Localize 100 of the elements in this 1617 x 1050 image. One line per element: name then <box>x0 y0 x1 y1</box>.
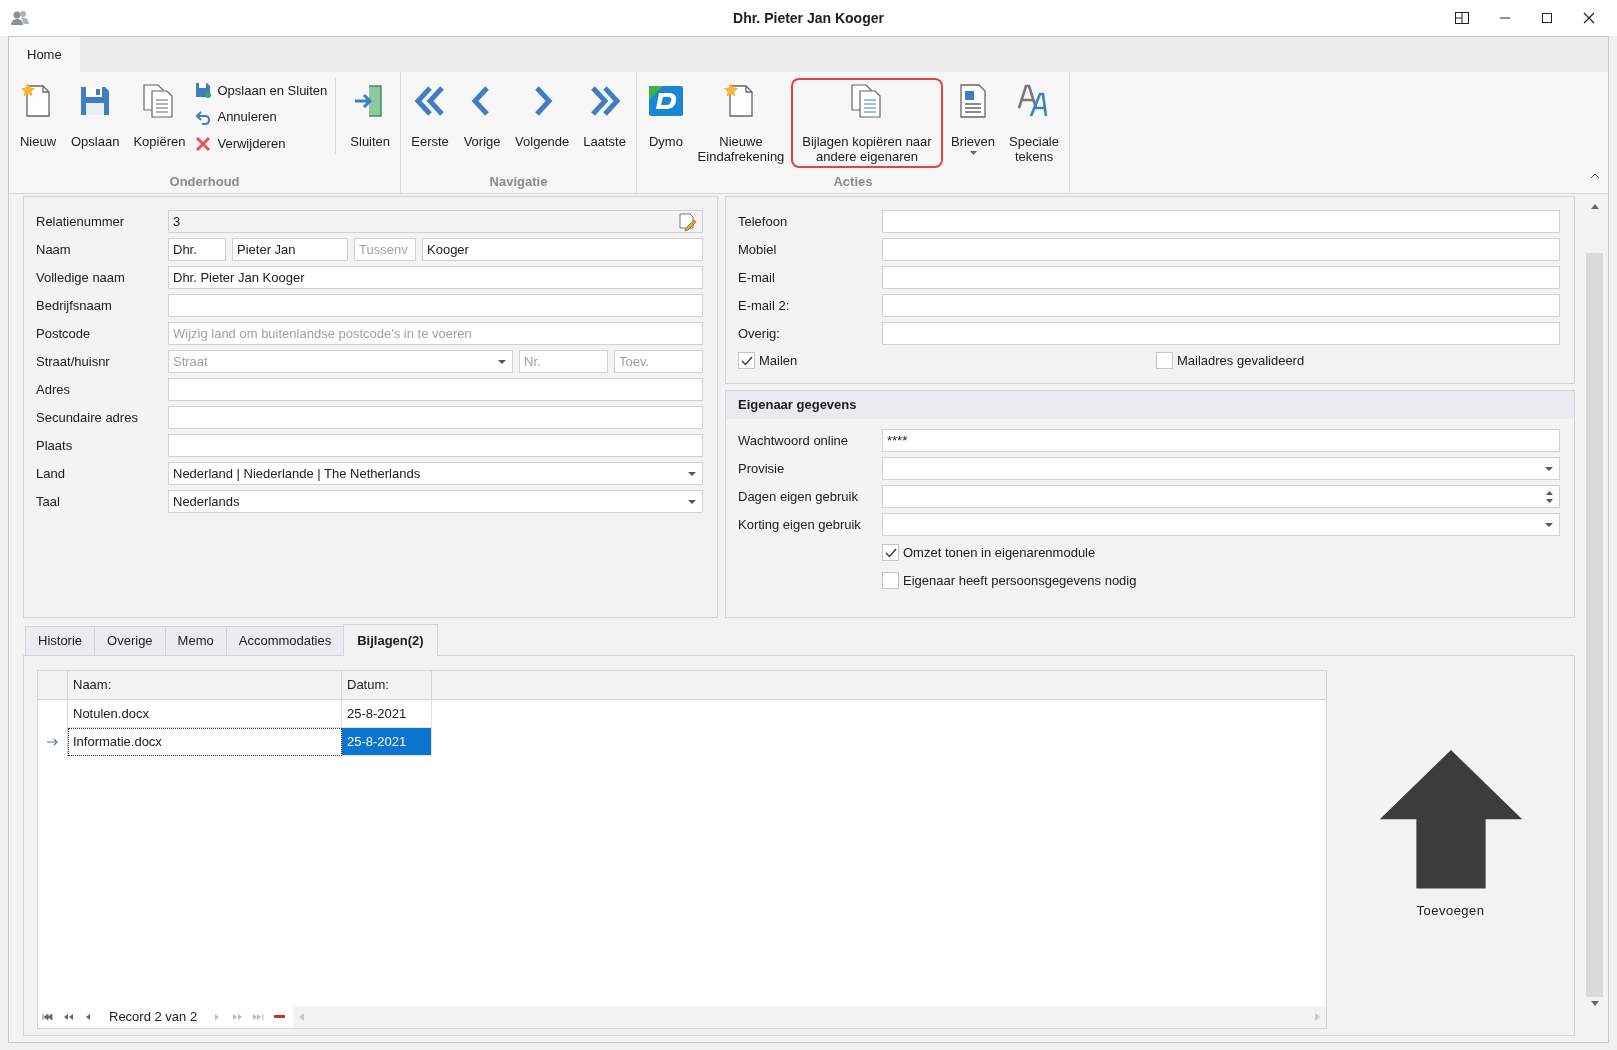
ribbon-button[interactable]: Laatste <box>577 78 632 168</box>
text-field[interactable] <box>168 294 703 317</box>
collapse-icon[interactable] <box>1590 173 1600 179</box>
ribbon-button[interactable]: Dymo <box>640 78 691 168</box>
ribbon-button[interactable]: Nieuw <box>13 78 63 168</box>
number-field[interactable] <box>882 485 1560 508</box>
field-label: Dagen eigen gebruik <box>738 487 859 506</box>
window-title: Dhr. Pieter Jan Kooger <box>733 8 884 28</box>
readonly-field: 3 <box>168 210 703 233</box>
delete-record-icon[interactable] <box>274 1015 286 1019</box>
undo-icon <box>195 109 212 125</box>
tab[interactable]: Memo <box>164 626 227 656</box>
caret-icon <box>688 499 696 504</box>
dropdown-field[interactable] <box>882 513 1560 536</box>
field-label: Relatienummer <box>36 212 126 231</box>
field-label: E-mail <box>738 268 776 287</box>
scroll-right-icon[interactable] <box>1315 1013 1320 1021</box>
record-counter: Record 2 van 2 <box>109 1008 198 1027</box>
delete-icon <box>195 135 212 152</box>
ribbon-button[interactable]: Annuleren <box>193 106 330 128</box>
checkbox[interactable] <box>882 572 899 589</box>
checkbox-label: Mailadres gevalideerd <box>1177 352 1305 370</box>
checkbox-label: Mailen <box>759 352 798 370</box>
checkbox[interactable] <box>738 352 755 370</box>
scroll-up-icon[interactable] <box>1590 204 1599 209</box>
table-cell: Notulen.docx <box>68 700 342 728</box>
ribbon-button[interactable]: Volgende <box>509 78 576 168</box>
ribbon-button[interactable]: Vorige <box>457 78 508 168</box>
text-field[interactable] <box>168 406 703 429</box>
dropdown-field[interactable]: Nederland | Niederlande | The Netherlands <box>168 462 703 485</box>
add-button[interactable]: Toevoegen <box>1374 750 1527 920</box>
ribbon-button[interactable]: Eerste <box>405 78 456 168</box>
ribbon-button[interactable]: Speciale tekens <box>1003 78 1066 168</box>
checkbox-label: Eigenaar heeft persoonsgegevens nodig <box>903 571 1137 590</box>
first-record-icon[interactable] <box>42 1013 53 1021</box>
close-icon[interactable] <box>1583 12 1595 24</box>
ribbon-button[interactable]: Bijlagen kopiëren naar andere eigenaren <box>790 78 943 168</box>
table-cell: Informatie.docx <box>68 728 342 756</box>
ribbon-button[interactable]: Brieven <box>944 78 1002 168</box>
text-field[interactable] <box>168 378 703 401</box>
text-field[interactable] <box>882 210 1560 233</box>
group-label: Acties <box>832 173 874 191</box>
field-label: Volledige naam <box>36 268 126 287</box>
text-field[interactable]: **** <box>882 429 1560 452</box>
field-label: Bedrijfsnaam <box>36 296 113 315</box>
edit-note-icon <box>678 212 696 231</box>
field-label: Wachtwoord online <box>738 431 850 450</box>
scrollbar-thumb[interactable] <box>1586 253 1603 997</box>
checkbox[interactable] <box>1156 352 1173 370</box>
tab[interactable]: Bijlagen(2) <box>343 624 438 656</box>
field-label: Adres <box>36 380 71 399</box>
group-label: Navigatie <box>488 173 549 191</box>
scroll-left-icon[interactable] <box>299 1013 305 1021</box>
field-label: Telefoon <box>738 212 789 231</box>
text-field[interactable]: Dhr. <box>168 238 226 261</box>
scroll-down-icon[interactable] <box>1590 1001 1599 1006</box>
field-label: E-mail 2: <box>738 296 791 315</box>
dropdown-field[interactable] <box>882 457 1560 480</box>
text-field[interactable] <box>168 434 703 457</box>
save-icon <box>195 82 212 99</box>
text-field[interactable]: Pieter Jan <box>232 238 348 261</box>
ribbon-button[interactable]: Verwijderen <box>193 133 330 154</box>
checkbox-label: Omzet tonen in eigenarenmodule <box>903 543 1096 562</box>
last-record-icon[interactable] <box>253 1013 265 1021</box>
field-label: Naam <box>36 240 72 259</box>
text-field[interactable]: Dhr. Pieter Jan Kooger <box>168 266 703 289</box>
field-label: Plaats <box>36 436 74 455</box>
text-field[interactable] <box>882 294 1560 317</box>
previous-page-icon[interactable] <box>63 1013 74 1021</box>
next-page-icon[interactable] <box>232 1013 244 1021</box>
ribbon-button[interactable]: Kopiëren <box>127 78 192 168</box>
checkbox[interactable] <box>882 544 899 561</box>
text-field[interactable]: Kooger <box>422 238 703 261</box>
tab[interactable]: Historie <box>25 626 96 656</box>
snap-layout-icon[interactable] <box>1455 12 1469 24</box>
dropdown-field[interactable]: Nederlands <box>168 490 703 513</box>
ribbon-button[interactable]: Opslaan en Sluiten <box>193 80 330 101</box>
field-label: Land <box>36 464 66 483</box>
field-label: Korting eigen gebruik <box>738 515 862 534</box>
ribbon-button[interactable]: Sluiten <box>344 78 397 168</box>
text-field[interactable] <box>882 322 1560 345</box>
column-header[interactable]: Naam: <box>68 671 342 699</box>
caret-icon <box>1545 466 1553 471</box>
field-label: Provisie <box>738 459 786 478</box>
text-field[interactable] <box>882 266 1560 289</box>
people-icon <box>10 10 30 26</box>
ribbon-tab[interactable]: Home <box>9 37 80 72</box>
spin-icon <box>1546 490 1553 503</box>
tab[interactable]: Overige <box>94 626 166 656</box>
section-header: Eigenaar gegevens <box>726 391 1574 419</box>
arrow-up-icon <box>1378 750 1523 889</box>
field-label: Mobiel <box>738 240 778 259</box>
field-label: Straat/huisnr <box>36 352 111 371</box>
maximize-icon[interactable] <box>1541 12 1553 24</box>
column-header[interactable]: Datum: <box>342 671 432 699</box>
tab[interactable]: Accommodaties <box>225 626 345 656</box>
ribbon-button[interactable]: Opslaan <box>65 78 126 168</box>
text-field[interactable] <box>882 238 1560 261</box>
field-label: Secundaire adres <box>36 408 139 427</box>
ribbon-button[interactable]: Nieuwe Eindafrekening <box>692 78 789 168</box>
